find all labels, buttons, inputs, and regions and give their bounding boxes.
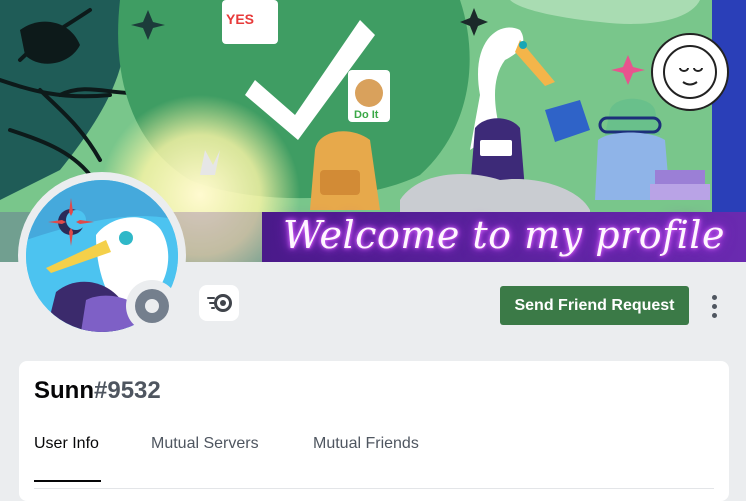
username-discriminator: #9532 [94,377,161,404]
tab-user-info[interactable]: User Info [34,428,99,460]
more-dot [711,303,717,309]
status-offline-icon [135,289,169,323]
tab-mutual-friends[interactable]: Mutual Friends [313,428,419,460]
active-tab-indicator [34,480,101,482]
more-vertical-icon[interactable] [703,290,725,322]
more-dot [711,294,717,300]
nitro-badge-glyph [207,294,232,312]
yes-sticker-text: YES [226,11,254,27]
status-dot [145,299,159,313]
username: Sunn #9532 [34,373,161,409]
tab-mutual-servers[interactable]: Mutual Servers [151,428,259,460]
do-it-sticker-text: Do It [354,109,379,121]
profile-tabs: User Info Mutual Servers Mutual Friends [34,428,714,489]
nitro-badge-icon[interactable] [199,285,239,321]
send-friend-request-button[interactable]: Send Friend Request [500,286,689,325]
username-name: Sunn [34,377,94,404]
banner-welcome-text: Welcome to my profile [283,213,725,257]
more-dot [711,312,717,318]
